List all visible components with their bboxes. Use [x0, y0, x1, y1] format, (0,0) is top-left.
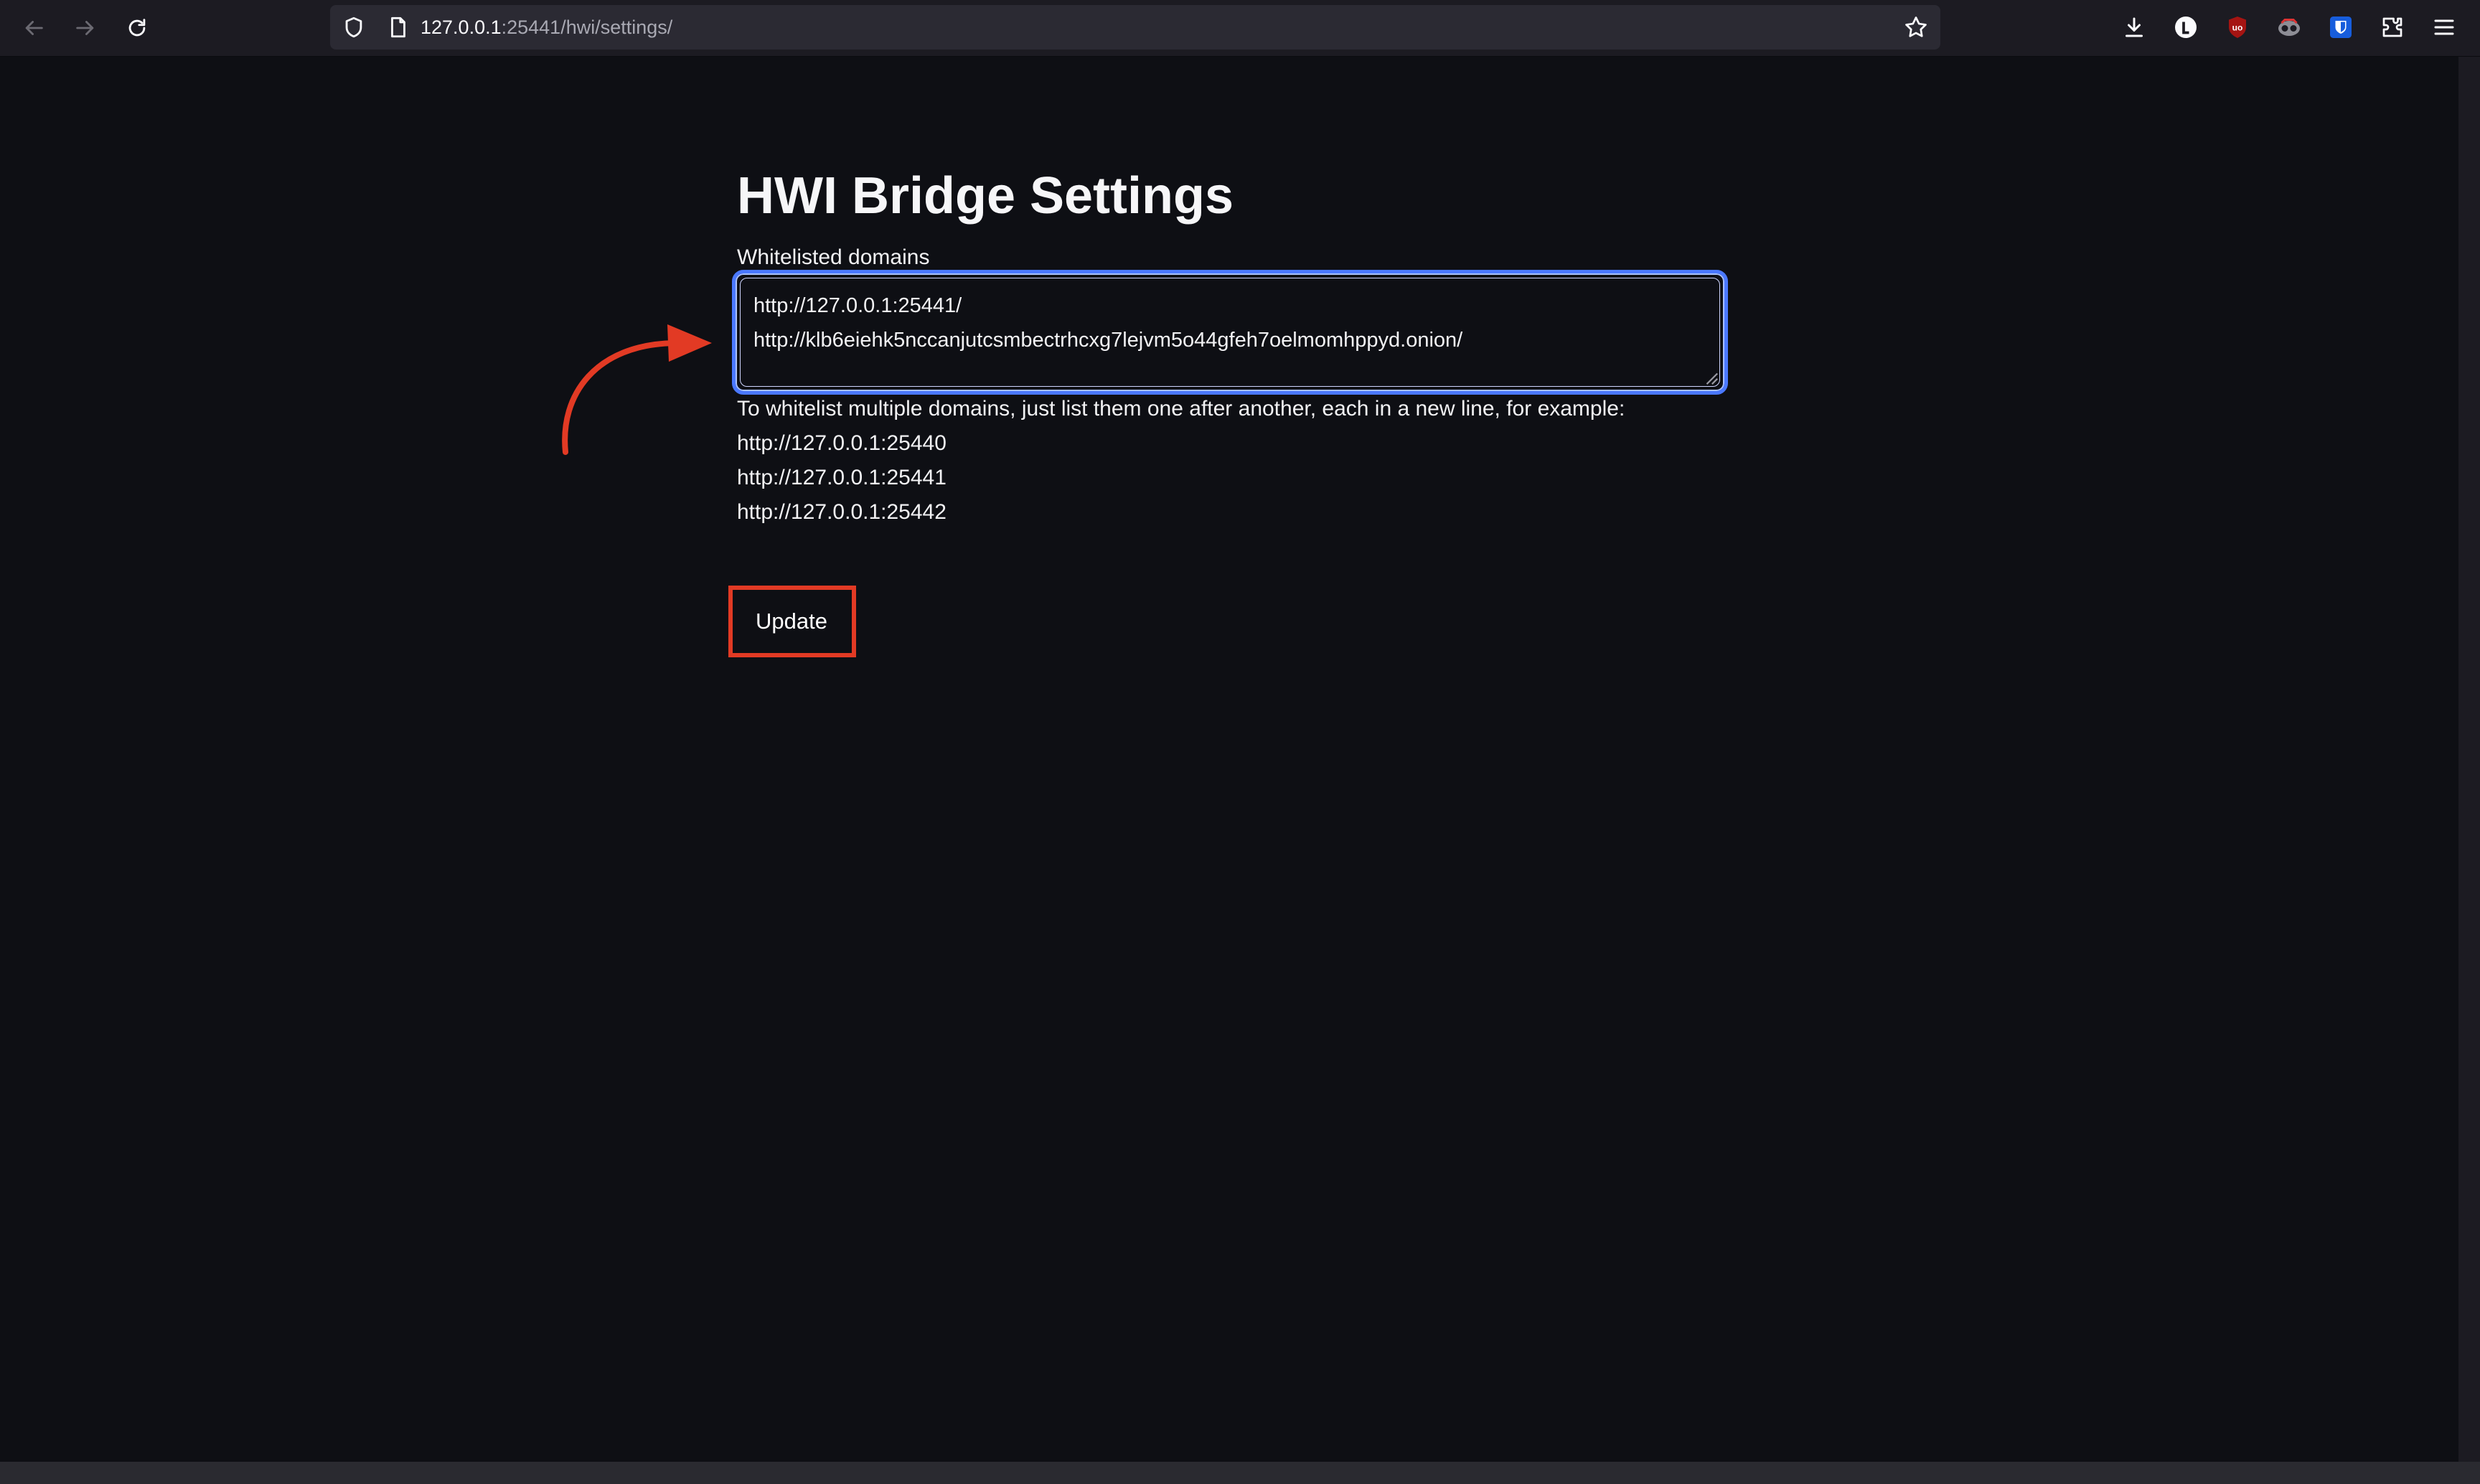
whitelisted-domains-textarea[interactable]: [740, 278, 1720, 387]
url-path: :25441/hwi/settings/: [501, 17, 673, 38]
help-text: To whitelist multiple domains, just list…: [737, 397, 1625, 421]
forward-button[interactable]: [69, 11, 102, 44]
forward-arrow-icon: [76, 21, 94, 35]
annotation-arrow-icon: [562, 324, 712, 455]
privacy-badger-icon: [2278, 19, 2300, 36]
page-title: HWI Bridge Settings: [737, 167, 1234, 225]
window-edge-bottom: [0, 1462, 2480, 1484]
back-arrow-icon: [25, 21, 43, 35]
window-edge-right: [2458, 57, 2480, 1484]
ublock-button[interactable]: uo: [2222, 11, 2253, 43]
domains-textarea-focus-ring: [732, 270, 1728, 395]
ublock-icon: uo: [2229, 17, 2246, 38]
back-button[interactable]: [17, 11, 50, 44]
extension-l-button[interactable]: [2170, 11, 2202, 43]
resize-grip-icon[interactable]: [1703, 370, 1719, 385]
page-content: [0, 57, 2458, 1462]
help-block: To whitelist multiple domains, just list…: [737, 392, 1625, 530]
download-icon: [2126, 17, 2143, 37]
update-button[interactable]: Update: [738, 596, 845, 647]
reload-button[interactable]: [121, 11, 154, 44]
tracking-protection-shield-icon[interactable]: [342, 15, 366, 39]
url-host: 127.0.0.1: [421, 17, 502, 38]
example-domain: http://127.0.0.1:25442: [737, 500, 947, 524]
page-document-icon[interactable]: [386, 15, 410, 39]
svg-text:uo: uo: [2232, 23, 2243, 33]
bitwarden-shield-icon: [2330, 17, 2352, 38]
browser-toolbar: 127.0.0.1:25441/hwi/settings/ uo: [0, 0, 2480, 57]
puzzle-extensions-icon: [2382, 17, 2402, 37]
reload-icon: [128, 19, 146, 37]
example-domain: http://127.0.0.1:25440: [737, 431, 947, 455]
hamburger-menu-icon: [2434, 19, 2454, 35]
app-menu-button[interactable]: [2428, 11, 2460, 43]
downloads-button[interactable]: [2118, 11, 2150, 43]
privacy-badger-button[interactable]: [2273, 11, 2305, 43]
whitelisted-domains-label: Whitelisted domains: [737, 245, 930, 269]
url-text[interactable]: 127.0.0.1:25441/hwi/settings/: [421, 15, 672, 39]
example-domain: http://127.0.0.1:25441: [737, 466, 947, 489]
l-circle-icon: [2175, 17, 2197, 38]
bitwarden-button[interactable]: [2325, 11, 2357, 43]
extensions-button[interactable]: [2377, 11, 2408, 43]
address-bar[interactable]: 127.0.0.1:25441/hwi/settings/: [330, 5, 1940, 50]
bookmark-star-icon[interactable]: [1903, 14, 1929, 40]
